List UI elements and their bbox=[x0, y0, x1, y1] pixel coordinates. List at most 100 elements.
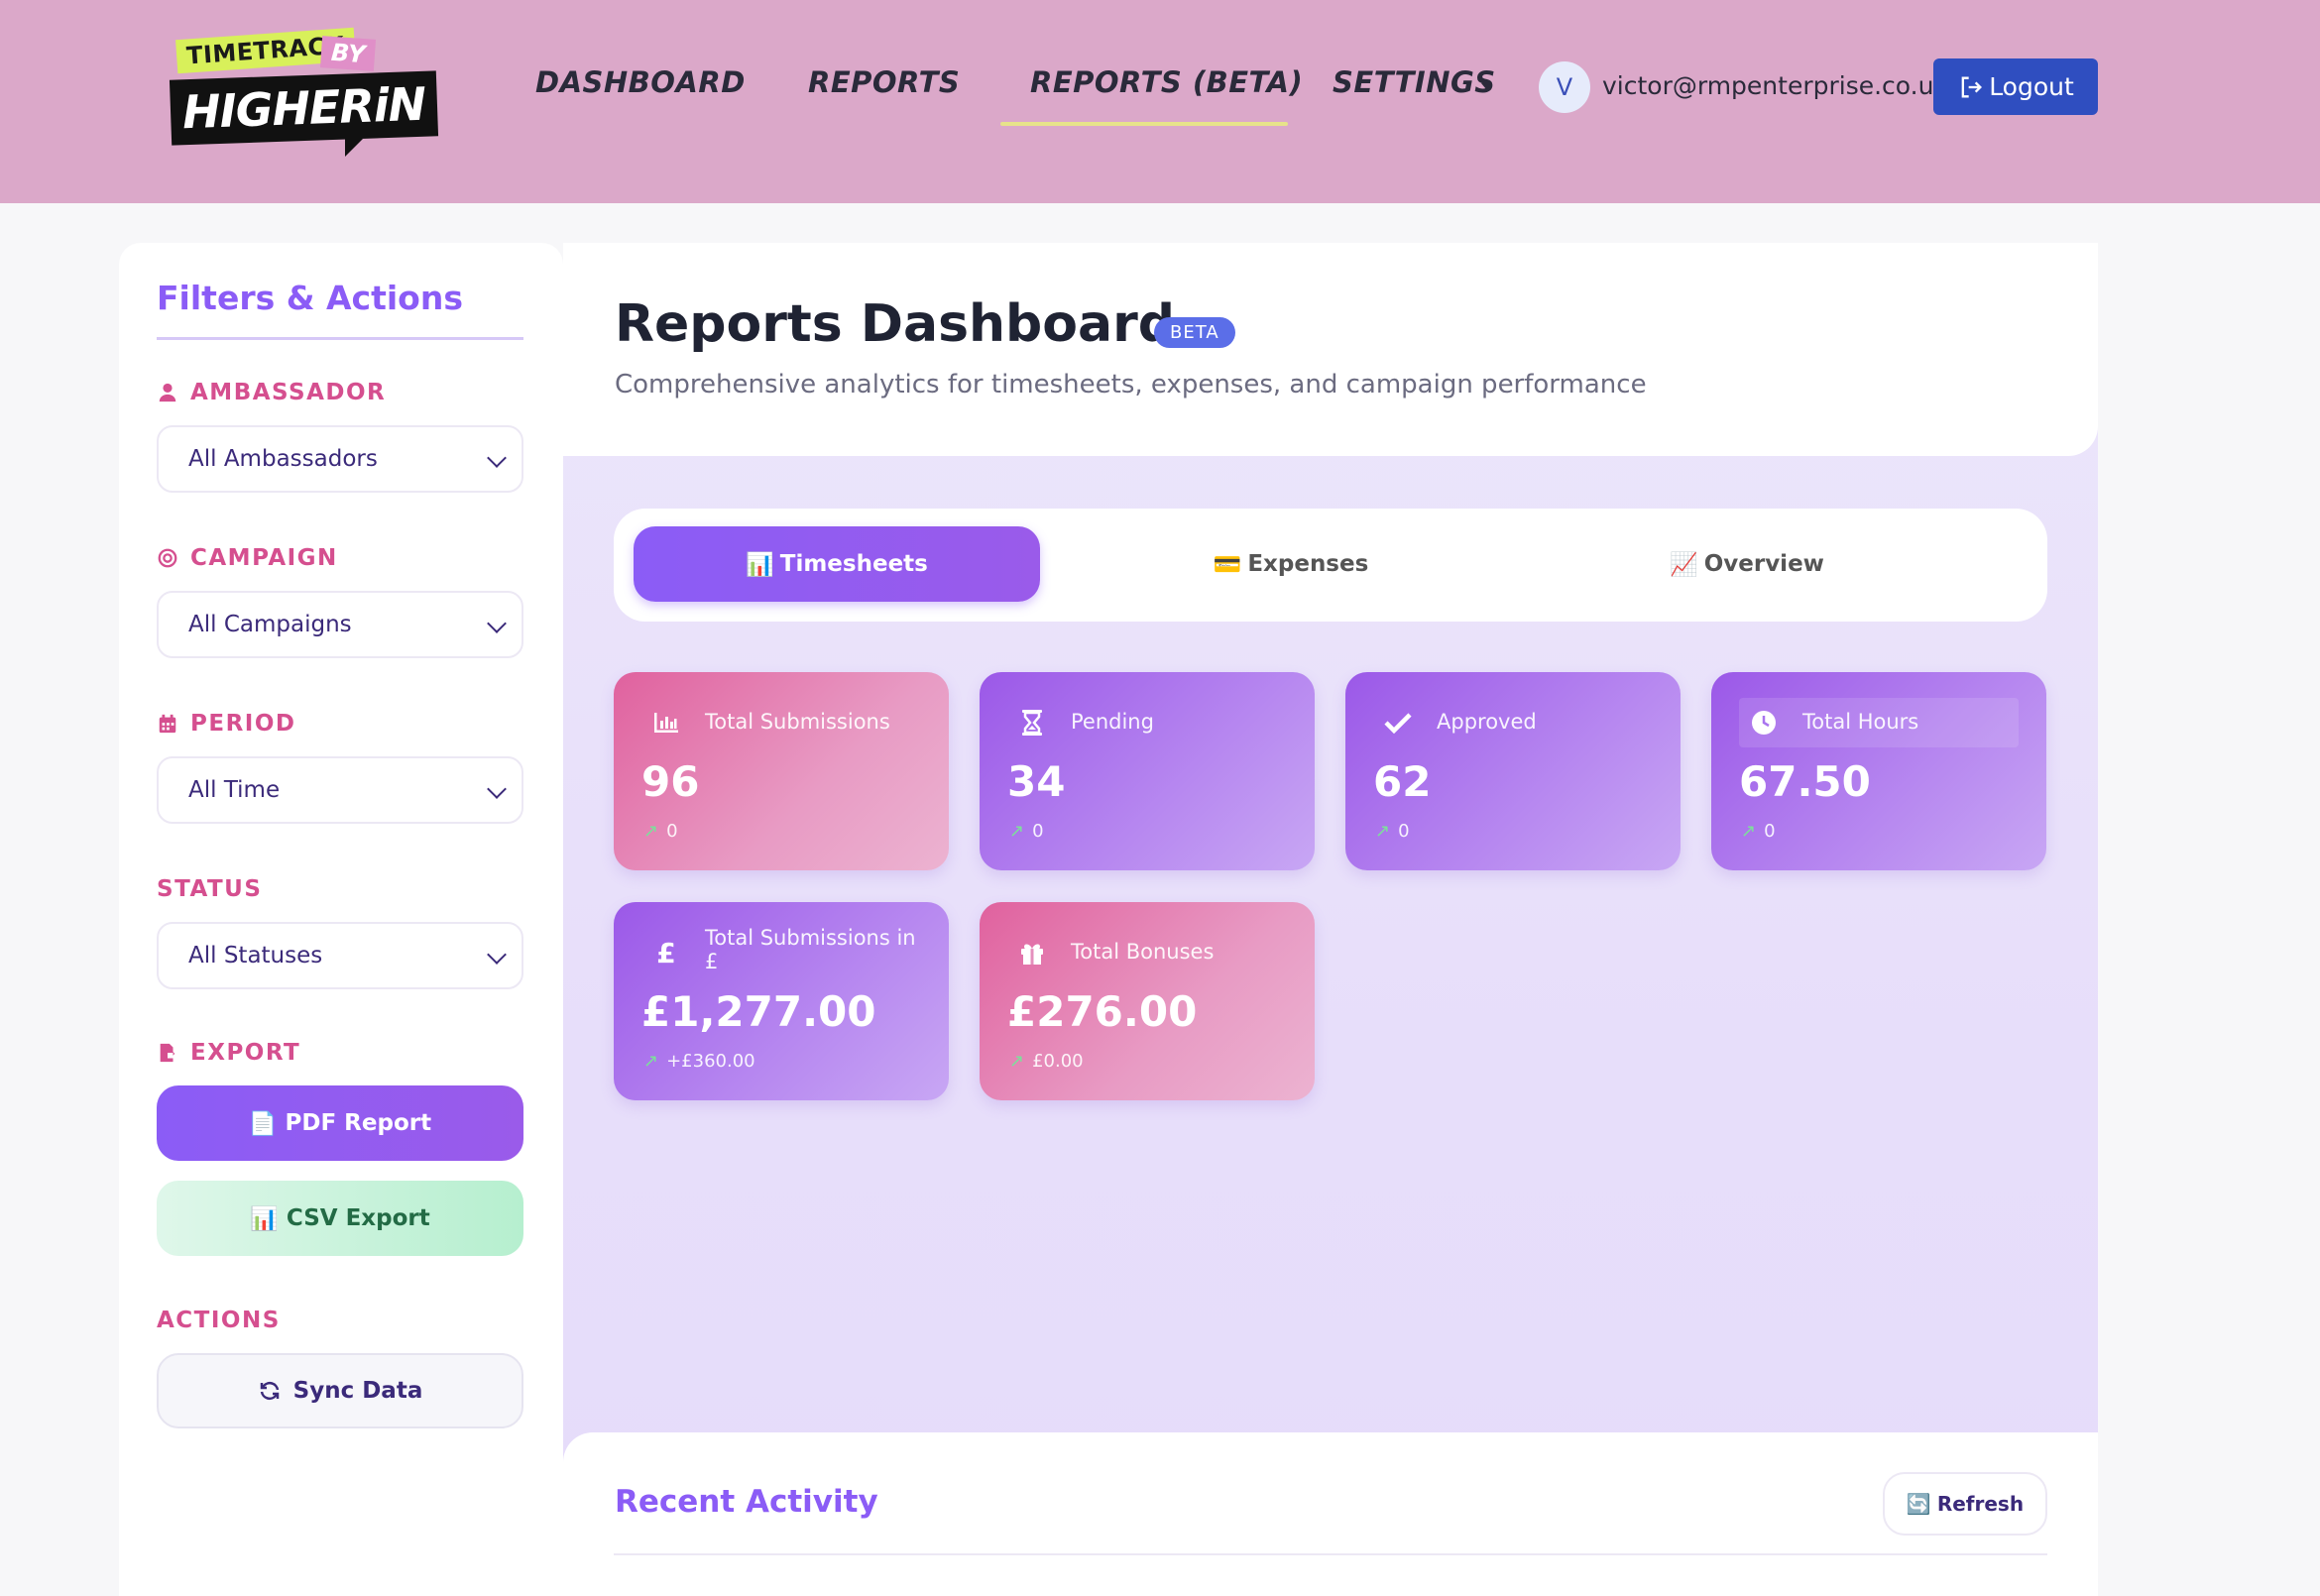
status-label: STATUS bbox=[157, 876, 263, 902]
page-title: Reports Dashboard bbox=[615, 294, 1175, 354]
refresh-label: Refresh bbox=[1936, 1492, 2025, 1516]
stat-trend: ↗ +£360.00 bbox=[643, 1051, 755, 1072]
sidebar-title: Filters & Actions bbox=[157, 279, 463, 317]
refresh-button[interactable]: 🔄 Refresh bbox=[1883, 1472, 2047, 1536]
stat-value: 96 bbox=[641, 757, 700, 806]
trend-up-icon: ↗ bbox=[1009, 1051, 1025, 1072]
bar-chart-icon: 📊 bbox=[250, 1205, 279, 1232]
sync-data-button[interactable]: Sync Data bbox=[157, 1353, 523, 1428]
stat-value: 34 bbox=[1007, 757, 1066, 806]
beta-badge: BETA bbox=[1154, 317, 1235, 348]
status-select[interactable]: All Statuses bbox=[157, 922, 523, 989]
stat-label: Total Submissions bbox=[705, 710, 890, 734]
trend-up-icon: ↗ bbox=[1741, 821, 1757, 842]
stat-label: Total Hours bbox=[1802, 710, 1919, 734]
csv-export-label: CSV Export bbox=[286, 1205, 430, 1231]
campaign-label: CAMPAIGN bbox=[157, 545, 338, 571]
pound-icon: £ bbox=[656, 936, 676, 969]
trend-up-icon: ↗ bbox=[643, 1051, 659, 1072]
nav-settings[interactable]: SETTINGS bbox=[1333, 65, 1496, 99]
stat-card-total-bonuses[interactable]: Total Bonuses £276.00 ↗ £0.00 bbox=[980, 902, 1315, 1100]
sync-data-label: Sync Data bbox=[292, 1378, 423, 1404]
campaign-select[interactable]: All Campaigns bbox=[157, 591, 523, 658]
stat-trend: ↗ £0.00 bbox=[1009, 1051, 1084, 1072]
chevron-down-icon bbox=[487, 779, 507, 799]
check-icon bbox=[1383, 708, 1413, 738]
nav-dashboard[interactable]: DASHBOARD bbox=[535, 65, 746, 99]
page-subtitle: Comprehensive analytics for timesheets, … bbox=[615, 370, 1647, 399]
logout-button[interactable]: Logout bbox=[1933, 58, 2098, 115]
file-export-icon bbox=[160, 1043, 175, 1063]
status-select-value: All Statuses bbox=[188, 943, 323, 969]
csv-export-button[interactable]: 📊 CSV Export bbox=[157, 1181, 523, 1256]
ambassador-select-value: All Ambassadors bbox=[188, 446, 378, 472]
chevron-down-icon bbox=[487, 448, 507, 468]
pdf-report-label: PDF Report bbox=[285, 1110, 432, 1136]
period-select[interactable]: All Time bbox=[157, 756, 523, 824]
nav-reports[interactable]: REPORTS bbox=[808, 65, 960, 99]
stat-trend: ↗ 0 bbox=[643, 821, 678, 842]
filters-sidebar: Filters & Actions AMBASSADOR All Ambassa… bbox=[119, 243, 563, 1596]
chevron-down-icon bbox=[487, 614, 507, 633]
nav-reports-beta[interactable]: REPORTS (BETA) bbox=[1030, 65, 1303, 99]
period-select-value: All Time bbox=[188, 777, 281, 803]
brand-logo[interactable]: TIMETRACK BY HIGHERiN bbox=[169, 26, 439, 157]
stat-trend: ↗ 0 bbox=[1375, 821, 1410, 842]
tab-timesheets[interactable]: 📊 Timesheets bbox=[634, 526, 1040, 602]
sync-icon bbox=[260, 1381, 279, 1401]
target-icon bbox=[158, 548, 177, 568]
settings-caret-icon[interactable] bbox=[1481, 83, 1491, 89]
hourglass-icon bbox=[1017, 708, 1047, 738]
stat-card-approved[interactable]: Approved 62 ↗ 0 bbox=[1345, 672, 1681, 870]
stat-card-pending[interactable]: Pending 34 ↗ 0 bbox=[980, 672, 1315, 870]
pdf-report-button[interactable]: 📄 PDF Report bbox=[157, 1085, 523, 1161]
stat-value: 62 bbox=[1373, 757, 1432, 806]
stat-card-total-hours[interactable]: Total Hours 67.50 ↗ 0 bbox=[1711, 672, 2046, 870]
top-header: TIMETRACK BY HIGHERiN DASHBOARD REPORTS … bbox=[0, 0, 2320, 203]
stat-trend: ↗ 0 bbox=[1009, 821, 1044, 842]
page-hero: Reports Dashboard BETA Comprehensive ana… bbox=[563, 243, 2098, 456]
trend-up-icon: ↗ bbox=[1009, 821, 1025, 842]
campaign-select-value: All Campaigns bbox=[188, 612, 352, 637]
document-icon: 📄 bbox=[248, 1110, 278, 1137]
user-icon bbox=[159, 383, 176, 402]
credit-card-icon: 💳 bbox=[1213, 551, 1242, 578]
recent-activity-title: Recent Activity bbox=[615, 1484, 878, 1520]
trend-up-icon: ↗ bbox=[643, 821, 659, 842]
stat-label: Total Submissions in £ bbox=[705, 926, 916, 973]
trend-chart-icon: 📈 bbox=[1670, 551, 1698, 578]
user-email[interactable]: victor@rmpenterprise.co.uk bbox=[1602, 71, 1948, 100]
period-label: PERIOD bbox=[157, 711, 295, 737]
active-nav-indicator bbox=[1000, 122, 1288, 126]
gift-icon bbox=[1017, 938, 1047, 968]
stat-card-total-submissions-gbp[interactable]: £ Total Submissions in £ £1,277.00 ↗ +£36… bbox=[614, 902, 949, 1100]
logo-speech-tail bbox=[345, 139, 363, 157]
refresh-icon: 🔄 bbox=[1906, 1492, 1931, 1516]
stat-trend: ↗ 0 bbox=[1741, 821, 1776, 842]
tab-overview[interactable]: 📈 Overview bbox=[1544, 526, 1950, 602]
recent-activity-panel: Recent Activity 🔄 Refresh bbox=[563, 1432, 2098, 1596]
logo-by: BY bbox=[319, 36, 377, 71]
ambassador-label: AMBASSADOR bbox=[157, 380, 386, 405]
user-avatar[interactable]: V bbox=[1539, 61, 1590, 113]
bar-chart-icon: 📊 bbox=[746, 551, 774, 578]
calendar-icon bbox=[159, 714, 176, 734]
ambassador-select[interactable]: All Ambassadors bbox=[157, 425, 523, 493]
sidebar-divider bbox=[157, 337, 523, 340]
trend-up-icon: ↗ bbox=[1375, 821, 1391, 842]
stat-label: Pending bbox=[1071, 710, 1154, 734]
logout-icon bbox=[1961, 76, 1983, 97]
recent-activity-divider bbox=[614, 1553, 2047, 1555]
stat-card-total-submissions[interactable]: Total Submissions 96 ↗ 0 bbox=[614, 672, 949, 870]
stat-label: Approved bbox=[1437, 710, 1537, 734]
stat-value: £276.00 bbox=[1007, 987, 1198, 1036]
logo-higherin: HIGHERiN bbox=[169, 70, 439, 146]
stat-value: 67.50 bbox=[1739, 757, 1871, 806]
tab-expenses[interactable]: 💳 Expenses bbox=[1088, 526, 1494, 602]
clock-icon bbox=[1749, 708, 1779, 738]
export-label: EXPORT bbox=[157, 1040, 300, 1066]
stat-label: Total Bonuses bbox=[1071, 940, 1215, 964]
stat-value: £1,277.00 bbox=[641, 987, 876, 1036]
logout-label: Logout bbox=[1989, 72, 2074, 101]
chevron-down-icon bbox=[487, 945, 507, 965]
